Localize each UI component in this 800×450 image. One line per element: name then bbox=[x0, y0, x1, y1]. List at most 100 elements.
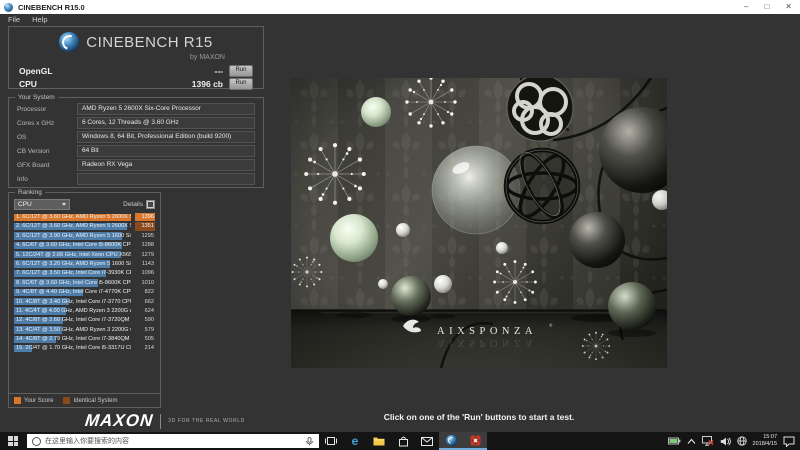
system-row-value bbox=[77, 173, 255, 185]
details-checkbox[interactable] bbox=[146, 199, 155, 209]
ranking-row-label: 12. 4C/8T @ 2.60 GHz, Intel Core i7-3720… bbox=[16, 317, 131, 324]
system-row: CB Version 64 Bit bbox=[9, 144, 263, 158]
ranking-row[interactable]: 14. 4C/8T @ 2.79 GHz, Intel Core i7-3840… bbox=[14, 335, 155, 343]
windows-logo-icon bbox=[8, 436, 18, 446]
menu-file[interactable]: File bbox=[8, 15, 20, 24]
store-bag-icon bbox=[398, 436, 408, 446]
ranking-row-score: 579 bbox=[144, 326, 154, 333]
ranking-row-label: 13. 4C/4T @ 3.50 GHz, AMD Ryzen 3 2200G … bbox=[16, 326, 131, 333]
hidden-icons-chevron[interactable] bbox=[687, 438, 696, 445]
ranking-row[interactable]: 1. 6C/12T @ 3.60 GHz, AMD Ryzen 5 2600X … bbox=[14, 213, 155, 222]
ranking-filter-dropdown[interactable]: CPU bbox=[14, 198, 70, 210]
ranking-list: 1. 6C/12T @ 3.60 GHz, AMD Ryzen 5 2600X … bbox=[14, 213, 155, 391]
mail-envelope-icon bbox=[421, 436, 433, 446]
maxon-logo: MAXON 3D FOR THE REAL WORLD bbox=[84, 411, 245, 431]
cpu-run-button[interactable]: Run bbox=[229, 78, 253, 90]
ranking-row-score: 590 bbox=[144, 317, 154, 324]
microphone-icon[interactable] bbox=[305, 436, 314, 446]
legend-label: Identical System bbox=[73, 397, 118, 404]
cpu-label: CPU bbox=[19, 79, 37, 89]
ranking-row-label: 2. 6C/12T @ 3.60 GHz, AMD Ryzen 5 2600X … bbox=[16, 223, 131, 230]
taskbar-clock[interactable]: 15:07 2018/4/15 bbox=[753, 434, 777, 448]
render-preview: AIXSPONZA ® AIXSPONZA bbox=[291, 74, 685, 369]
ranking-row-label: 10. 4C/8T @ 3.40 GHz, Intel Core i7-3770… bbox=[16, 298, 131, 305]
ranking-row[interactable]: 15. 2C/4T @ 1.70 GHz, Intel Core i5-3317… bbox=[14, 344, 155, 353]
status-message: Click on one of the 'Run' buttons to sta… bbox=[383, 412, 575, 422]
network-disconnected-icon[interactable] bbox=[701, 436, 714, 446]
start-button[interactable] bbox=[0, 432, 26, 450]
chevron-down-icon bbox=[62, 202, 66, 206]
mail-button[interactable] bbox=[415, 432, 439, 450]
cortana-icon bbox=[32, 436, 41, 446]
edge-icon: e bbox=[351, 434, 359, 448]
ranking-row-label: 1. 6C/12T @ 3.60 GHz, AMD Ryzen 5 2600X … bbox=[16, 214, 131, 220]
search-input[interactable] bbox=[41, 435, 305, 447]
ranking-row-label: 6. 6C/12T @ 3.20 GHz, AMD Ryzen 5 1600 S… bbox=[16, 260, 131, 267]
maxon-divider bbox=[160, 413, 162, 429]
ranking-row[interactable]: 7. 6C/12T @ 3.50 GHz, Intel Core i7-3930… bbox=[14, 269, 155, 278]
window-title: CINEBENCH R15.0 bbox=[18, 2, 85, 12]
ranking-row[interactable]: 2. 6C/12T @ 3.60 GHz, AMD Ryzen 5 2600X … bbox=[14, 222, 155, 231]
ranking-row[interactable]: 12. 4C/8T @ 2.60 GHz, Intel Core i7-3720… bbox=[14, 316, 155, 325]
ranking-row[interactable]: 9. 4C/8T @ 4.40 GHz, Intel Core i7-4770K… bbox=[14, 288, 155, 297]
system-row-value: AMD Ryzen 5 2600X Six-Core Processor bbox=[77, 103, 255, 115]
ranking-row-score: 1096 bbox=[141, 270, 154, 277]
ranking-row-score: 1279 bbox=[141, 251, 154, 258]
system-row-label: GFX Board bbox=[17, 161, 50, 169]
ranking-row-label: 14. 4C/8T @ 2.79 GHz, Intel Core i7-3840… bbox=[16, 336, 131, 343]
ranking-row-score: 1351 bbox=[135, 222, 155, 231]
ranking-row-score: 1396 bbox=[135, 213, 155, 222]
cinebench-taskbar-button[interactable] bbox=[439, 432, 463, 450]
store-button[interactable] bbox=[391, 432, 415, 450]
system-row-value: 64 Bit bbox=[77, 145, 255, 157]
file-explorer-button[interactable] bbox=[367, 432, 391, 450]
system-row-label: Processor bbox=[17, 105, 47, 113]
task-view-icon bbox=[325, 437, 337, 445]
clock-time: 15:07 bbox=[763, 434, 777, 441]
maximize-button[interactable]: □ bbox=[764, 0, 769, 14]
menu-help[interactable]: Help bbox=[32, 15, 47, 24]
menu-bar: File Help bbox=[8, 15, 48, 24]
edge-button[interactable]: e bbox=[343, 432, 367, 450]
red-app-taskbar-button[interactable] bbox=[463, 432, 487, 450]
benchmark-panel: CINEBENCH R15 by MAXON OpenGL --- Run CP… bbox=[8, 26, 264, 90]
legend-label: Your Score bbox=[24, 397, 54, 404]
ranking-row[interactable]: 6. 6C/12T @ 3.20 GHz, AMD Ryzen 5 1600 S… bbox=[14, 260, 155, 268]
cpu-test-row: CPU 1396 cb Run bbox=[9, 78, 263, 90]
system-row-value: 6 Cores, 12 Threads @ 3.60 GHz bbox=[77, 117, 255, 129]
ranking-row-label: 5. 12C/24T @ 2.66 GHz, Intel Xeon CPU X5… bbox=[16, 251, 131, 258]
opengl-run-button[interactable]: Run bbox=[229, 65, 253, 77]
ranking-row-score: 624 bbox=[144, 307, 154, 314]
ranking-row-score: 822 bbox=[144, 289, 154, 296]
ranking-row-score: 1010 bbox=[141, 279, 154, 286]
minimize-button[interactable]: – bbox=[744, 0, 748, 14]
cinebench-logo-title: CINEBENCH R15 bbox=[86, 33, 213, 51]
action-center-icon[interactable] bbox=[783, 436, 795, 447]
cinebench-window: CINEBENCH R15.0 – □ ✕ File Help CINEBENC… bbox=[0, 0, 800, 450]
input-language-icon[interactable] bbox=[736, 436, 747, 446]
red-app-icon bbox=[470, 435, 480, 445]
ranking-row[interactable]: 4. 6C/6T @ 3.60 GHz, Intel Core i5-8600K… bbox=[14, 241, 155, 250]
ranking-row[interactable]: 11. 4C/4T @ 4.00 GHz, AMD Ryzen 3 2200G … bbox=[14, 307, 155, 315]
ranking-row[interactable]: 13. 4C/4T @ 3.50 GHz, AMD Ryzen 3 2200G … bbox=[14, 326, 155, 334]
system-rows: Processor AMD Ryzen 5 2600X Six-Core Proc… bbox=[9, 98, 263, 186]
ranking-row-score: 1295 bbox=[141, 232, 154, 239]
cinebench-logo: CINEBENCH R15 bbox=[9, 27, 263, 54]
ranking-row[interactable]: 8. 6C/6T @ 3.60 GHz, Intel Core i5-8600K… bbox=[14, 279, 155, 287]
taskbar-search[interactable] bbox=[27, 434, 319, 448]
ranking-row[interactable]: 10. 4C/8T @ 3.40 GHz, Intel Core i7-3770… bbox=[14, 298, 155, 306]
task-view-button[interactable] bbox=[319, 432, 343, 450]
ranking-row-score: 505 bbox=[144, 336, 154, 343]
ranking-row-label: 15. 2C/4T @ 1.70 GHz, Intel Core i5-3317… bbox=[16, 345, 131, 352]
ranking-row[interactable]: 5. 12C/24T @ 2.66 GHz, Intel Xeon CPU X5… bbox=[14, 251, 155, 259]
close-button[interactable]: ✕ bbox=[785, 0, 792, 14]
ranking-row[interactable]: 3. 6C/12T @ 3.90 GHz, AMD Ryzen 5 1600 S… bbox=[14, 232, 155, 240]
volume-icon[interactable] bbox=[720, 437, 731, 446]
ranking-row-label: 9. 4C/8T @ 4.40 GHz, Intel Core i7-4770K… bbox=[16, 289, 131, 296]
battery-icon[interactable] bbox=[667, 437, 681, 445]
system-row-label: CB Version bbox=[17, 147, 50, 155]
opengl-test-row: OpenGL --- Run bbox=[9, 65, 263, 77]
title-bar: CINEBENCH R15.0 – □ ✕ bbox=[0, 0, 800, 14]
logo-byline: by MAXON bbox=[189, 54, 225, 61]
system-row-value: Radeon RX Vega bbox=[77, 159, 255, 171]
